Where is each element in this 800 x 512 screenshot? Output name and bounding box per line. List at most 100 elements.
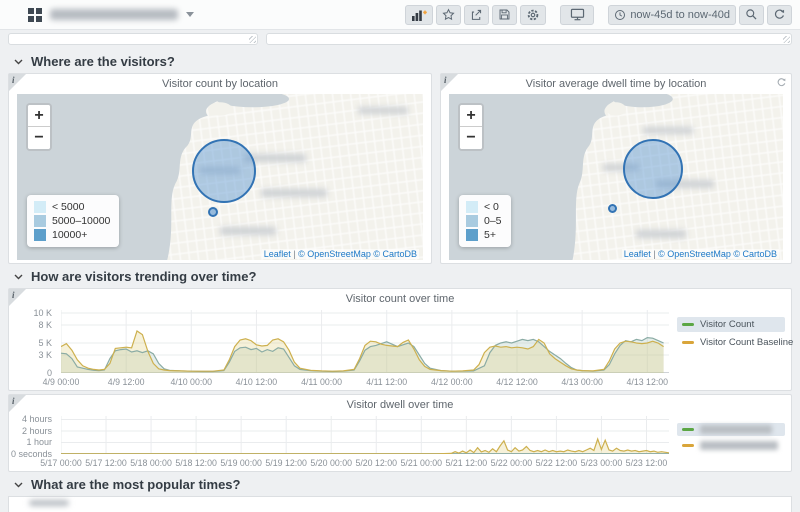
x-tick-label: 4/13 12:00 (626, 377, 669, 387)
resize-grip-icon[interactable] (249, 36, 256, 43)
redacted-text (29, 500, 69, 506)
y-axis: 03 K5 K8 K 10 K (13, 307, 59, 378)
map-bubble-large[interactable] (191, 138, 256, 203)
zoom-out-button[interactable]: − (28, 127, 50, 149)
carto-link[interactable]: © CartoDB (373, 249, 417, 259)
leaflet-link[interactable]: Leaflet (624, 249, 651, 259)
bar-chart-plus-icon (412, 10, 428, 21)
filter-input-right[interactable] (266, 33, 792, 45)
chart-legend-item[interactable] (677, 439, 785, 452)
x-tick-label: 5/20 12:00 (355, 458, 398, 468)
map-legend-item: 5000–10000 (34, 214, 110, 228)
x-tick-label: 5/18 12:00 (175, 458, 217, 468)
legend-dash-icon (682, 323, 694, 326)
resize-grip-icon[interactable] (783, 36, 790, 43)
leaflet-link[interactable]: Leaflet (264, 249, 291, 259)
osm-link[interactable]: © OpenStreetMap (298, 249, 371, 259)
share-button[interactable] (464, 4, 490, 25)
map-canvas[interactable]: + − < 5000 5000–10000 10000+ Leaflet | © O… (17, 94, 423, 260)
chart-plot-area[interactable] (60, 416, 670, 455)
section-where-visitors[interactable]: Where are the visitors? (0, 49, 800, 73)
map-attribution: Leaflet | © OpenStreetMap © CartoDB (621, 249, 779, 259)
favorite-button[interactable] (436, 4, 462, 25)
chevron-down-icon[interactable] (186, 12, 194, 17)
map-legend-item: < 5000 (34, 200, 110, 214)
partial-panel (8, 496, 792, 512)
section-trending[interactable]: How are visitors trending over time? (0, 264, 800, 288)
legend-label: Visitor Count (700, 319, 755, 330)
osm-link[interactable]: © OpenStreetMap (658, 249, 731, 259)
legend-label: 5+ (484, 229, 496, 241)
legend-swatch (34, 229, 46, 241)
x-tick-label: 4/10 12:00 (235, 377, 278, 387)
x-tick-label: 4/11 00:00 (301, 377, 343, 387)
chart-canvas[interactable] (60, 310, 669, 374)
time-range-picker[interactable]: now-45d to now-40d (608, 4, 736, 25)
section-popular-times[interactable]: What are the most popular times? (0, 472, 800, 496)
time-range-label: now-45d to now-40d (630, 8, 730, 21)
zoom-in-button[interactable]: + (28, 105, 50, 127)
gear-icon (528, 9, 539, 20)
chart-legend-item[interactable]: Visitor Count (677, 317, 785, 332)
presentation-mode-button[interactable] (560, 4, 595, 25)
chart-canvas[interactable] (60, 416, 670, 455)
map-legend-item: 0–5 (466, 214, 502, 228)
x-tick-label: 5/19 00:00 (220, 458, 262, 468)
filter-input-left[interactable] (8, 33, 258, 45)
x-tick-label: 4/12 00:00 (431, 377, 473, 387)
x-tick-label: 5/23 00:00 (580, 458, 623, 468)
map-canvas[interactable]: + − < 0 0–5 5+ Leaflet | © OpenStreetMap ©… (449, 94, 783, 260)
panel-title: Visitor count by location (162, 78, 278, 90)
map-zoom-control: + − (458, 103, 484, 151)
x-axis: 5/17 00:00 5/17 12:00 5/18 00:00 5/18 12:00… (40, 456, 669, 469)
chevron-down-icon (14, 274, 23, 279)
info-icon[interactable]: i (9, 395, 26, 412)
map-bubble-large[interactable] (622, 138, 683, 199)
y-tick-label: 10 K (33, 308, 52, 318)
settings-button[interactable] (520, 4, 547, 25)
info-icon[interactable]: i (9, 74, 26, 91)
refresh-button[interactable] (767, 4, 792, 25)
map-label-redacted (220, 226, 276, 235)
x-tick-label: 5/21 12:00 (445, 458, 488, 468)
carto-link[interactable]: © CartoDB (733, 249, 777, 259)
map-label-redacted (636, 230, 687, 239)
map-legend: < 5000 5000–10000 10000+ (27, 195, 120, 247)
chart-legend: Visitor Count Visitor Count Baseline (671, 307, 793, 388)
zoom-in-button[interactable]: + (460, 105, 482, 127)
filters-row (8, 33, 792, 45)
map-zoom-control: + − (26, 103, 52, 151)
legend-dash-icon (682, 428, 694, 431)
x-tick-label: 5/21 00:00 (400, 458, 443, 468)
chart-title: Visitor dwell over time (346, 399, 454, 411)
chart-legend-item[interactable]: Visitor Count Baseline (677, 335, 793, 350)
save-button[interactable] (492, 4, 518, 25)
legend-label-redacted (700, 425, 772, 434)
panel-refresh-icon[interactable] (776, 77, 787, 88)
zoom-search-button[interactable] (739, 4, 764, 25)
info-icon[interactable]: i (441, 74, 458, 91)
y-tick-label: 4 hours (21, 414, 52, 425)
clock-icon (615, 9, 626, 20)
x-tick-label: 5/19 12:00 (265, 458, 307, 468)
x-tick-label: 4/10 00:00 (170, 377, 213, 387)
info-icon[interactable]: i (9, 289, 26, 306)
add-visualization-button[interactable] (405, 4, 434, 25)
apps-grid-icon[interactable] (28, 7, 42, 22)
x-tick-label: 4/11 12:00 (366, 377, 408, 387)
map-bubble-small[interactable] (607, 203, 617, 213)
series-area (61, 439, 669, 454)
chart-plot-area[interactable] (60, 310, 669, 374)
legend-label: 0–5 (484, 215, 502, 227)
x-tick-label: 5/22 12:00 (535, 458, 578, 468)
y-tick-label: 8 K (38, 320, 52, 330)
chart-legend-item[interactable] (677, 423, 785, 436)
attribution-separator: | (293, 249, 296, 259)
top-bar: now-45d to now-40d (0, 0, 800, 30)
x-tick-label: 5/17 12:00 (85, 458, 127, 468)
zoom-out-button[interactable]: − (460, 127, 482, 149)
y-tick-label: 1 hour (26, 437, 52, 448)
panel-visitor-count-map: i Visitor count by location + − < 5000 50… (8, 73, 432, 264)
legend-label: < 0 (484, 201, 499, 213)
map-bubble-small[interactable] (207, 206, 218, 217)
